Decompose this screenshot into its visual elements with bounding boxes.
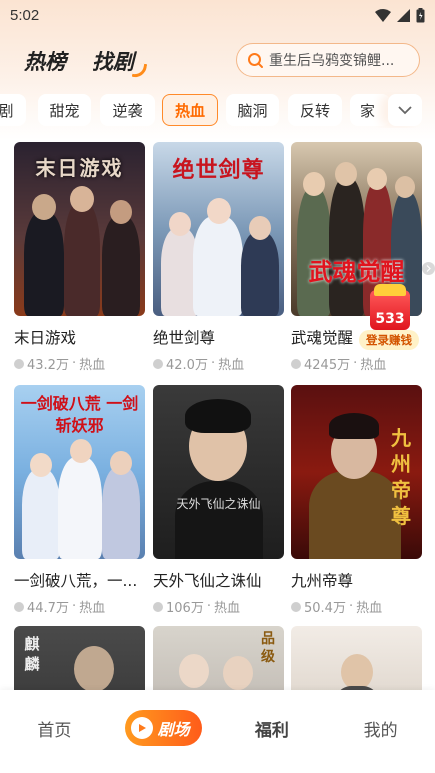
- drama-card[interactable]: 天外飞仙之诛仙 天外飞仙之诛仙 106万 · 热血: [153, 385, 284, 616]
- genre-expand-button[interactable]: [388, 94, 422, 126]
- drama-meta: 106万 · 热血: [153, 597, 284, 616]
- nav-theater-active-pill: 剧场: [124, 710, 202, 746]
- play-count-icon: [153, 358, 163, 369]
- search-icon: [248, 52, 263, 68]
- search-placeholder: 重生后乌鸦变锦鲤...: [269, 53, 395, 69]
- scroll-indicator-dot: [422, 262, 435, 275]
- meta-separator: ·: [206, 599, 211, 614]
- genre-chip[interactable]: 甜宠: [38, 94, 91, 126]
- drama-card[interactable]: 九州帝尊 九州帝尊 50.4万 · 热血: [291, 385, 422, 616]
- drama-poster: 末日游戏: [14, 142, 145, 316]
- genre-tag: 热血: [360, 358, 387, 373]
- play-count-icon: [291, 358, 301, 369]
- drama-meta: 43.2万 · 热血: [14, 354, 145, 373]
- play-count: 44.7万: [27, 601, 69, 616]
- poster-title: 九州帝尊: [391, 426, 411, 528]
- status-bar: 5:02: [0, 0, 435, 30]
- red-packet-icon: 533: [370, 284, 410, 330]
- drama-meta: 50.4万 · 热血: [291, 597, 422, 616]
- wifi-icon: [375, 8, 391, 22]
- poster-title: 麒麟: [24, 635, 40, 673]
- nav-theater-label: 剧场: [157, 720, 190, 739]
- play-count-icon: [291, 601, 301, 612]
- poster-title: 天外飞仙之诛仙: [176, 497, 261, 511]
- genre-tag: 热血: [356, 601, 383, 616]
- status-time: 5:02: [10, 6, 40, 24]
- genre-chip[interactable]: 反转: [288, 94, 342, 126]
- genre-tag: 热血: [79, 358, 106, 373]
- drama-title: 绝世剑尊: [153, 329, 216, 347]
- tab-hot-list[interactable]: 热榜: [24, 46, 66, 76]
- genre-tag: 热血: [218, 358, 245, 373]
- genre-filter-bar: 剧 甜宠 逆袭 热血 脑洞 反转 家: [0, 92, 435, 128]
- genre-chip-active[interactable]: 热血: [162, 94, 218, 126]
- play-count: 4245万: [304, 358, 351, 373]
- play-count-icon: [14, 358, 24, 369]
- poster-title: 品级: [261, 631, 275, 665]
- drama-meta: 44.7万 · 热血: [14, 597, 145, 616]
- bottom-navigation: 首页 剧场 福利 我的: [0, 690, 435, 773]
- drama-title: 九州帝尊: [291, 572, 354, 590]
- poster-title: 一剑破八荒 一剑斩妖邪: [20, 394, 139, 435]
- drama-title: 末日游戏: [14, 329, 77, 347]
- battery-icon: [416, 7, 425, 22]
- drama-poster: 天外飞仙之诛仙: [153, 385, 284, 559]
- nav-home[interactable]: 首页: [0, 690, 109, 773]
- play-count-icon: [14, 601, 24, 612]
- meta-separator: ·: [348, 599, 354, 614]
- drama-title: 一剑破八荒，一...: [14, 572, 138, 590]
- nav-theater[interactable]: 剧场: [109, 690, 218, 773]
- drama-card[interactable]: 末日游戏 末日游戏 43.2万 · 热血: [14, 142, 145, 373]
- chevron-right-icon: [426, 265, 431, 272]
- meta-separator: ·: [71, 356, 77, 371]
- nav-mine[interactable]: 我的: [326, 690, 435, 773]
- genre-chip[interactable]: 逆袭: [100, 94, 155, 126]
- poster-title: 武魂觉醒: [308, 257, 405, 286]
- reward-label: 登录赚钱: [359, 330, 419, 350]
- nav-welfare[interactable]: 福利: [218, 690, 327, 773]
- poster-title: 绝世剑尊: [172, 157, 265, 183]
- poster-title: 末日游戏: [35, 156, 124, 180]
- drama-card[interactable]: 绝世剑尊 绝世剑尊 42.0万 · 热血: [153, 142, 284, 373]
- drama-meta: 42.0万 · 热血: [153, 354, 284, 373]
- meta-separator: ·: [71, 599, 77, 614]
- nav-welfare-label: 福利: [254, 721, 289, 741]
- nav-mine-label: 我的: [363, 721, 398, 741]
- genre-chip[interactable]: 脑洞: [226, 94, 279, 126]
- nav-home-label: 首页: [37, 721, 72, 741]
- signal-icon: [397, 8, 410, 22]
- genre-chip[interactable]: 剧: [0, 94, 26, 126]
- play-count: 43.2万: [27, 358, 69, 373]
- play-icon: [130, 717, 153, 739]
- drama-meta: 4245万 · 热血: [291, 354, 422, 373]
- status-icons: [375, 7, 425, 23]
- play-count: 106万: [166, 601, 204, 616]
- drama-poster: 九州帝尊: [291, 385, 422, 559]
- meta-separator: ·: [210, 356, 216, 371]
- genre-chip[interactable]: 家: [350, 94, 390, 126]
- drama-poster: 绝世剑尊: [153, 142, 284, 316]
- reward-count: 533: [375, 311, 405, 327]
- play-count: 42.0万: [166, 358, 208, 373]
- play-count-icon: [153, 601, 163, 612]
- genre-tag: 热血: [79, 601, 106, 616]
- drama-poster: 一剑破八荒 一剑斩妖邪: [14, 385, 145, 559]
- drama-title: 天外飞仙之诛仙: [153, 572, 262, 590]
- search-input[interactable]: 重生后乌鸦变锦鲤...: [236, 43, 420, 77]
- drama-card[interactable]: 一剑破八荒 一剑斩妖邪 一剑破八荒，一... 44.7万 · 热血: [14, 385, 145, 616]
- play-count: 50.4万: [304, 601, 346, 616]
- genre-tag: 热血: [213, 601, 240, 616]
- meta-separator: ·: [353, 356, 358, 371]
- tab-find-drama[interactable]: 找剧: [92, 46, 134, 76]
- chevron-down-icon: [398, 105, 412, 114]
- login-reward-widget[interactable]: 533 登录赚钱: [359, 284, 423, 350]
